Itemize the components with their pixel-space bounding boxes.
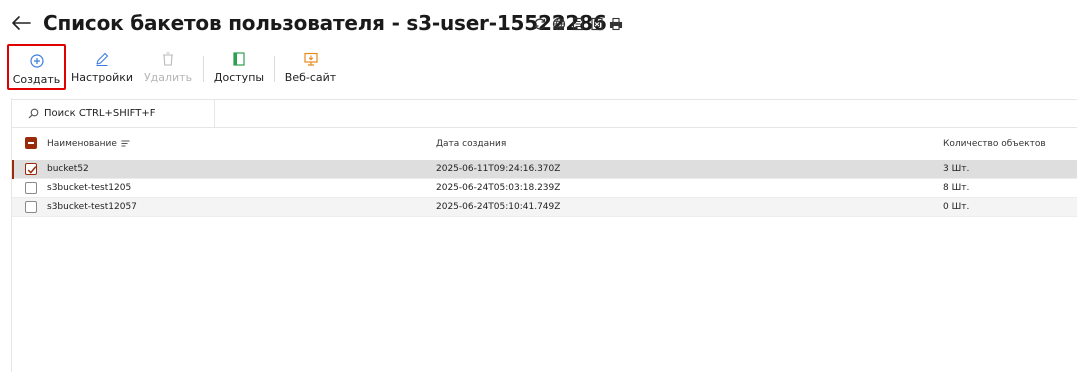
row-checkbox[interactable] (25, 201, 37, 213)
cell-count: 0 Шт. (943, 202, 970, 212)
page-title: Список бакетов пользователя - s3-user-15… (43, 11, 607, 35)
check-icon (27, 166, 37, 174)
settings-button[interactable]: Настройки (70, 44, 134, 90)
title-actions (533, 16, 623, 31)
cell-created: 2025-06-24T05:10:41.749Z (436, 202, 561, 212)
table-row[interactable]: bucket52 2025-06-11T09:24:16.370Z 3 Шт. (12, 160, 1077, 179)
sort-icon[interactable] (121, 140, 130, 148)
back-arrow-icon[interactable] (10, 12, 32, 34)
access-button[interactable]: Доступы (210, 44, 268, 90)
create-button[interactable]: Создать (7, 44, 66, 90)
cell-name: s3bucket-test12057 (47, 202, 137, 212)
table-row[interactable]: s3bucket-test1205 2025-06-24T05:03:18.23… (12, 179, 1077, 198)
column-header-name[interactable]: Наименование (47, 139, 130, 149)
website-monitor-icon (303, 52, 318, 66)
table-header: Наименование Дата создания Количество об… (12, 128, 1077, 160)
website-button-label: Веб-сайт (284, 71, 337, 84)
website-button[interactable]: Веб-сайт (282, 44, 339, 90)
cell-name: s3bucket-test1205 (47, 183, 132, 193)
export-excel-icon[interactable] (590, 16, 604, 31)
export-icon[interactable] (571, 16, 585, 31)
search-icon (28, 108, 39, 119)
search-box (12, 100, 215, 127)
delete-button-label: Удалить (143, 71, 193, 84)
add-circle-icon (29, 54, 44, 68)
access-book-icon (233, 52, 245, 66)
toolbar-divider (274, 56, 275, 82)
cell-count: 8 Шт. (943, 183, 970, 193)
select-all-checkbox[interactable] (25, 137, 37, 149)
row-checkbox[interactable] (25, 163, 37, 175)
toolbar: Создать Настройки Удалить Доступы Веб-са… (0, 44, 1077, 98)
trash-icon (163, 52, 173, 66)
column-header-name-label: Наименование (47, 139, 117, 149)
cell-name: bucket52 (47, 164, 89, 174)
search-bar (12, 99, 1077, 128)
refresh-icon[interactable] (533, 16, 547, 30)
delete-button[interactable]: Удалить (140, 44, 196, 90)
settings-button-label: Настройки (70, 71, 134, 84)
search-input[interactable] (44, 104, 212, 123)
column-header-created[interactable]: Дата создания (436, 139, 506, 149)
pencil-icon (96, 52, 109, 66)
cell-created: 2025-06-24T05:03:18.239Z (436, 183, 561, 193)
column-header-count[interactable]: Количество объектов (943, 139, 1046, 149)
row-checkbox[interactable] (25, 182, 37, 194)
access-button-label: Доступы (213, 71, 265, 84)
cell-created: 2025-06-11T09:24:16.370Z (436, 164, 561, 174)
create-button-label: Создать (12, 73, 61, 86)
print-icon[interactable] (609, 16, 623, 31)
header: Список бакетов пользователя - s3-user-15… (0, 0, 1077, 44)
buckets-table: Наименование Дата создания Количество об… (12, 128, 1077, 217)
globe-icon[interactable] (552, 16, 566, 31)
page: Список бакетов пользователя - s3-user-15… (0, 0, 1077, 372)
cell-count: 3 Шт. (943, 164, 970, 174)
table-row[interactable]: s3bucket-test12057 2025-06-24T05:10:41.7… (12, 198, 1077, 217)
toolbar-divider (203, 56, 204, 82)
